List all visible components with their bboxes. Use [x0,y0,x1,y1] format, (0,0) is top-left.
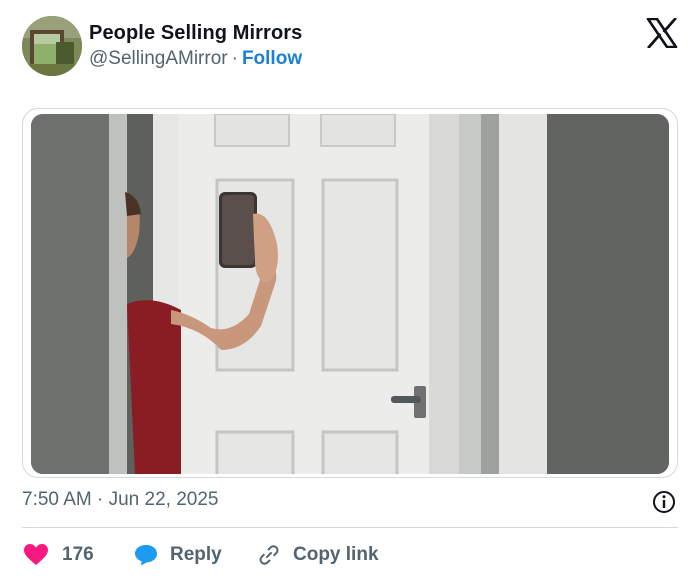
info-icon[interactable] [652,490,676,514]
tweet-embed-card: People Selling Mirrors @SellingAMirror · F… [0,0,700,581]
heart-icon [24,544,48,565]
copy-link-label: Copy link [293,544,379,565]
follow-button[interactable]: Follow [242,48,302,69]
author-display-name[interactable]: People Selling Mirrors [89,22,302,45]
author-handle-row: @SellingAMirror · Follow [89,48,302,70]
like-count: 176 [62,544,94,565]
avatar[interactable] [22,16,82,76]
reply-bubble-icon [135,545,157,566]
action-bar: 176 Reply Copy link [22,540,678,570]
tweet-photo[interactable] [31,114,669,474]
x-logo-icon[interactable] [646,17,678,49]
copy-link-button[interactable]: Copy link [257,540,379,570]
separator-dot: · [231,48,238,69]
link-icon [259,545,279,565]
author-handle[interactable]: @SellingAMirror [89,48,228,69]
tweet-timestamp[interactable]: 7:50 AM · Jun 22, 2025 [22,489,218,511]
reply-button[interactable]: Reply [134,540,222,570]
divider [22,527,678,528]
like-button[interactable]: 176 [24,540,94,570]
reply-label: Reply [170,544,222,565]
